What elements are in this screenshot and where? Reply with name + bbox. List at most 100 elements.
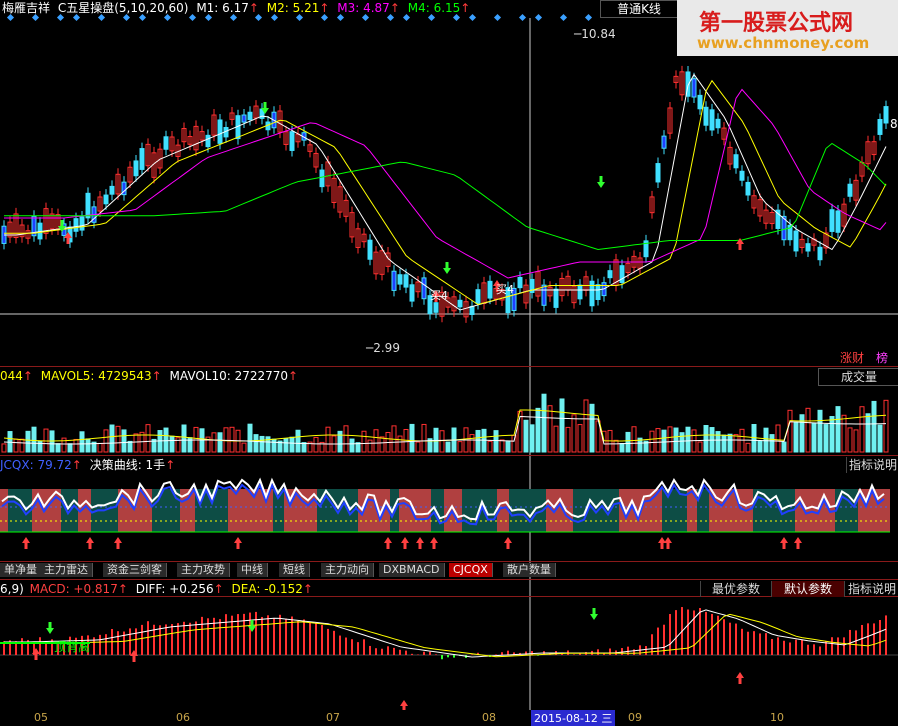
low-price-label: ─2.99 — [366, 341, 400, 355]
volume-bar — [625, 431, 631, 453]
volume-bar — [145, 424, 151, 453]
volume-bar — [799, 414, 805, 453]
ma3-value: M3: 4.87 — [337, 1, 390, 15]
macd-help-button[interactable]: 指标说明 — [844, 581, 898, 597]
optimal-params-button[interactable]: 最优参数 — [700, 581, 771, 597]
cjcqx-header: JCQX: 79.72↑ 决策曲线: 1手↑ — [0, 458, 175, 472]
up-arrow-icon: ↑ — [248, 1, 259, 15]
candle-body — [835, 210, 841, 233]
up-arrow-icon: ↑ — [117, 582, 128, 596]
signal-diamond — [188, 13, 197, 22]
volume-bar — [727, 433, 733, 453]
candle-body — [553, 288, 559, 308]
candle-body — [661, 135, 667, 149]
volume-bar — [619, 443, 625, 453]
macd-header: 6,9) MACD: +0.817↑ DIFF: +0.256↑ DEA: -0… — [0, 582, 313, 596]
candle-body — [697, 94, 703, 110]
volume-header: 044↑ MAVOL5: 4729543↑ MAVOL10: 2722770↑ — [0, 369, 298, 383]
volume-bar — [565, 426, 571, 453]
volume-bar — [661, 429, 667, 453]
volume-button[interactable]: 成交量 — [818, 368, 898, 386]
volume-bar — [457, 441, 463, 453]
buy-arrow-icon — [664, 537, 672, 549]
buy-arrow-icon — [114, 537, 122, 549]
volume-bar — [25, 430, 31, 453]
volume-bar — [163, 427, 169, 453]
signal-diamond — [361, 13, 370, 22]
volume-bar — [823, 424, 829, 453]
tab-10[interactable]: 散户数量 — [503, 563, 556, 577]
tab-3[interactable]: 资金三剑客 — [103, 563, 167, 577]
signal-diamond — [534, 13, 543, 22]
volume-bar — [541, 393, 547, 453]
chart-canvas[interactable] — [0, 0, 898, 722]
buy-arrow-icon — [234, 537, 242, 549]
signal-diamond — [254, 13, 263, 22]
candle-body — [709, 109, 715, 131]
candle-body — [715, 118, 721, 129]
tab-5[interactable]: 中线 — [237, 563, 268, 577]
volume-bar — [445, 441, 451, 453]
signal-diamond — [204, 13, 213, 22]
candle-body — [367, 239, 373, 260]
volume-bar — [859, 406, 865, 453]
volume-bar — [247, 423, 253, 453]
sell-arrow-icon — [46, 622, 54, 634]
watermark-title: 第一股票公式网 — [699, 11, 854, 36]
volume-bar — [181, 424, 187, 453]
high-price-label: ─10.84 — [574, 27, 616, 41]
signal-diamond — [97, 13, 106, 22]
volume-bar — [697, 441, 703, 453]
dea-value: DEA: -0.152 — [231, 582, 303, 596]
date-tick: 05 — [34, 711, 48, 724]
volume-bar — [763, 427, 769, 453]
tab-4[interactable]: 主力攻势 — [177, 563, 230, 577]
volume-bar — [241, 442, 247, 453]
volume-bar — [811, 422, 817, 453]
badge-zhangcai[interactable]: 涨财 — [840, 351, 864, 365]
tab-1[interactable]: 单净量 — [0, 563, 42, 577]
decision-block — [835, 489, 858, 532]
decision-block — [431, 489, 444, 532]
volume-bar — [127, 440, 133, 453]
volume-bar — [487, 440, 493, 453]
tab-9[interactable]: CJCQX — [449, 563, 493, 577]
candle-body — [607, 270, 613, 279]
tab-2[interactable]: 主力雷达 — [40, 563, 93, 577]
candle-body — [577, 284, 583, 300]
indicator-help-button[interactable]: 指标说明 — [846, 457, 898, 473]
date-tick: 06 — [176, 711, 190, 724]
signal-diamond — [6, 13, 15, 22]
volume-bar — [121, 429, 127, 453]
candle-body — [739, 170, 745, 181]
volume-bar — [673, 427, 679, 453]
default-params-button[interactable]: 默认参数 — [771, 581, 844, 597]
signal-diamond — [559, 13, 568, 22]
volume-bar — [1, 443, 7, 453]
buy-signal-label: 买4 — [430, 289, 448, 302]
panel-divider — [0, 579, 898, 580]
decision-line-label: 决策曲线: 1手 — [89, 458, 166, 472]
volume-bar — [397, 435, 403, 453]
signal-diamond — [584, 13, 593, 22]
kline-type-button[interactable]: 普通K线 — [600, 0, 678, 18]
badge-bang[interactable]: 榜 — [876, 351, 888, 365]
volume-bar — [37, 440, 43, 453]
volume-bar — [667, 426, 673, 453]
watermark: 第一股票公式网 www.chnmoney.com — [677, 0, 898, 56]
volume-bar — [217, 432, 223, 453]
signal-diamond — [270, 13, 279, 22]
signal-diamond — [468, 13, 477, 22]
candle-body — [217, 119, 223, 144]
candle-body — [517, 276, 523, 289]
up-arrow-icon: ↑ — [213, 582, 224, 596]
volume-bar — [283, 437, 289, 453]
candle-body — [691, 78, 697, 98]
tab-6[interactable]: 短线 — [279, 563, 310, 577]
volume-bar — [85, 438, 91, 453]
tab-8[interactable]: DXBMACD — [379, 563, 445, 577]
tab-7[interactable]: 主力动向 — [321, 563, 374, 577]
candle-body — [469, 305, 475, 315]
volume-bar — [523, 419, 529, 453]
volume-bar — [847, 427, 853, 453]
